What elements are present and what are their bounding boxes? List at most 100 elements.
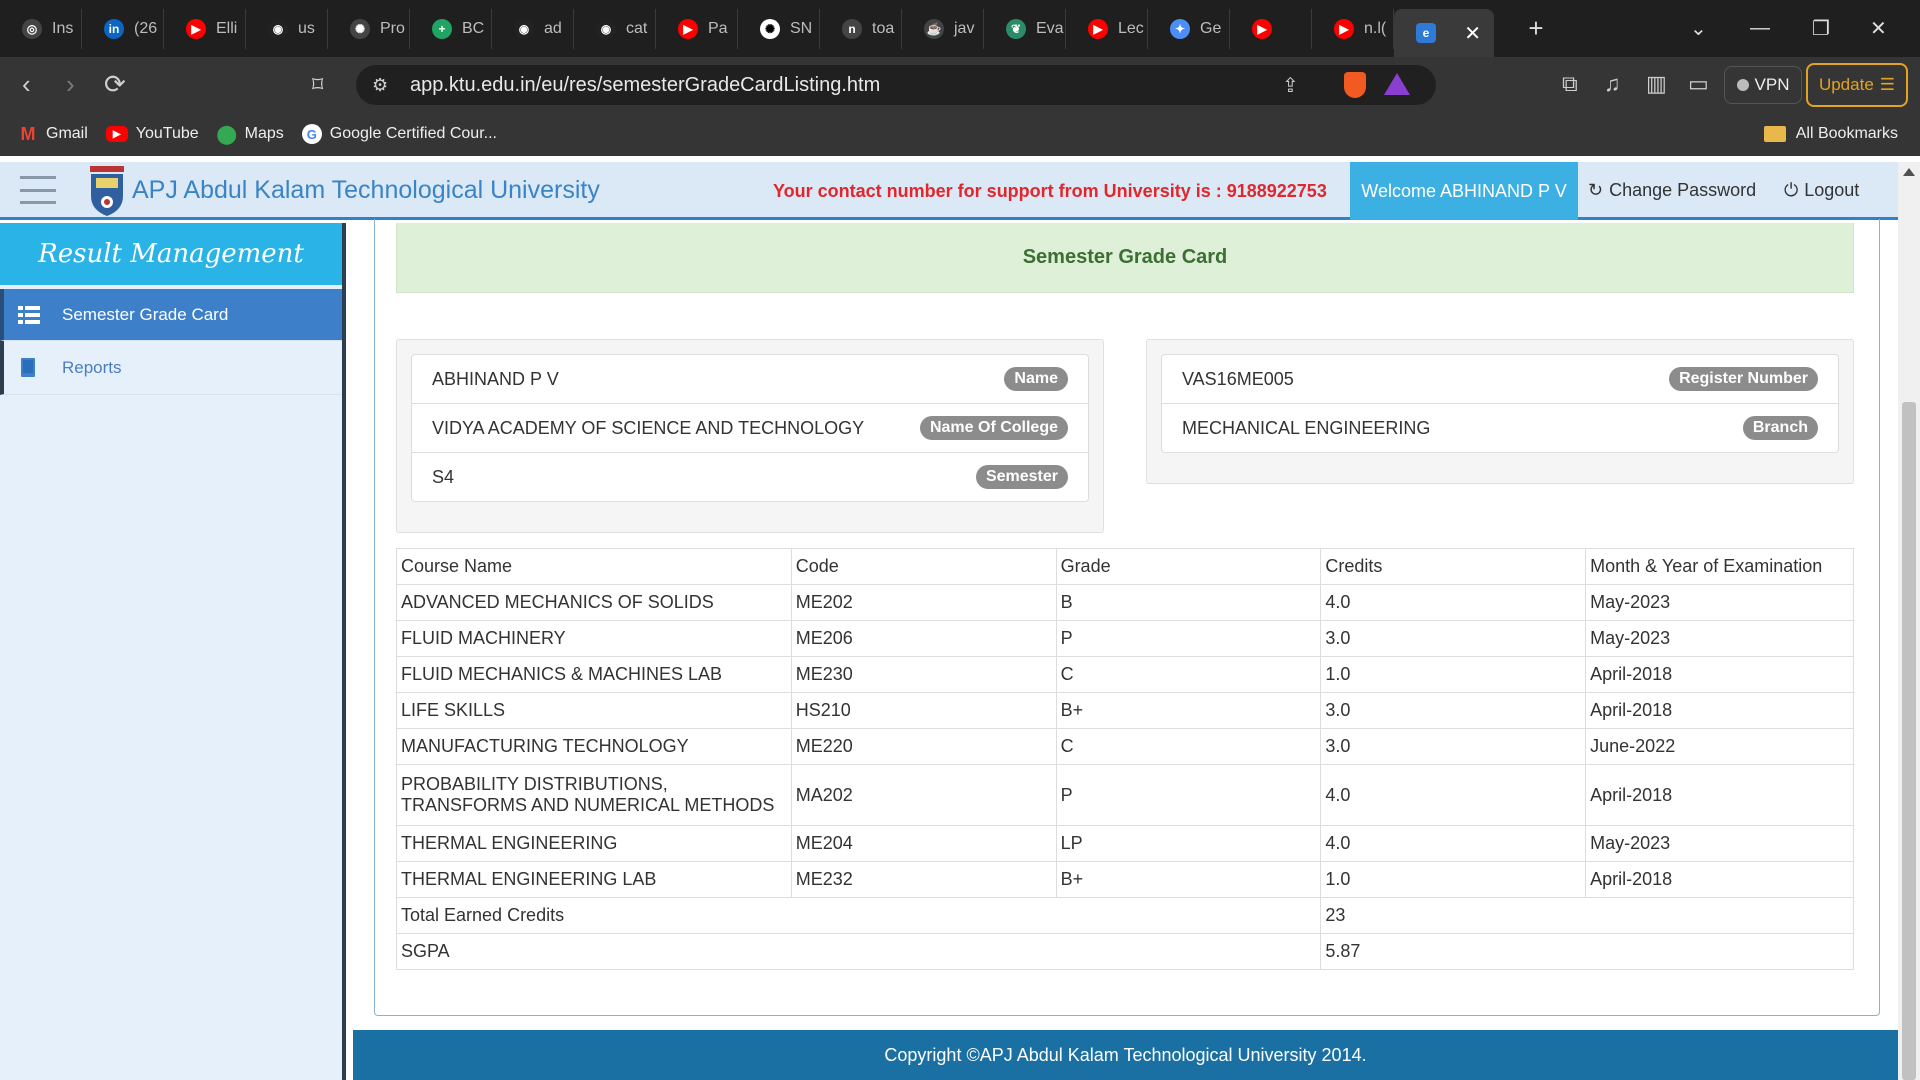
info-row-name: ABHINAND P V Name [411,354,1089,404]
github-icon: ◉ [596,19,616,39]
extensions-icon[interactable]: ⧉ [1562,71,1578,97]
sidebar-item-reports[interactable]: Reports [0,341,342,395]
sidebar-item-label: Reports [62,357,122,377]
course-credits: 1.0 [1320,656,1587,693]
tab-12[interactable]: ❦ Eva [984,9,1066,49]
youtube-icon: ▶ [1334,19,1354,39]
minimize-button[interactable]: — [1750,0,1770,57]
hamburger-menu-icon[interactable] [20,176,56,204]
bookmark-youtube[interactable]: ▶ YouTube [105,125,199,143]
bookmark-gmail[interactable]: M Gmail [18,124,88,144]
update-button[interactable]: Update ☰ [1806,63,1908,107]
header-grade: Grade [1055,548,1322,585]
scrollbar-thumb[interactable] [1902,402,1916,1080]
course-grade: B+ [1055,861,1322,898]
tab-16[interactable]: ▶ n.l( [1312,9,1394,49]
semester-badge: Semester [975,465,1068,489]
vpn-label: VPN [1754,75,1790,94]
instagram-icon: ◎ [22,19,42,39]
gemini-icon: ✦ [1170,19,1190,39]
tab-label: ad [544,20,562,37]
leaf-icon: ❦ [1006,19,1026,39]
sidebar-icon[interactable]: ▥ [1646,71,1667,97]
bookmark-label: Gmail [46,125,88,142]
close-tab-icon[interactable]: ✕ [1464,21,1481,46]
tab-8[interactable]: ▶ Pa [656,9,738,49]
change-password-link[interactable]: ↻ Change Password [1588,180,1756,201]
course-code: ME232 [790,861,1057,898]
tab-10[interactable]: n toa [820,9,902,49]
reload-button[interactable]: ⟳ [104,69,126,100]
forward-button[interactable]: › [66,69,75,100]
media-icon[interactable]: ♫ [1604,71,1621,97]
exam-month: May-2023 [1585,825,1854,862]
change-password-label: Change Password [1609,180,1757,200]
vpn-button[interactable]: VPN [1724,66,1802,104]
tab-2[interactable]: ▶ Elli [164,9,246,49]
book-icon [21,357,35,377]
exam-month: April-2018 [1585,764,1854,826]
bookmark-label: Google Certified Cour... [329,125,497,142]
tab-0[interactable]: ◎ Ins [0,9,82,49]
tab-4[interactable]: ✺ Pro [328,9,410,49]
scroll-up-arrow-icon[interactable] [1903,168,1915,176]
close-window-button[interactable]: ✕ [1870,0,1887,57]
back-button[interactable]: ‹ [22,69,31,100]
bookmark-maps[interactable]: ⬤ Maps [217,124,284,144]
course-code: ME220 [790,728,1057,765]
tab-7[interactable]: ◉ cat [574,9,656,49]
header-course-name: Course Name [396,548,792,585]
tab-13[interactable]: ▶ Lec [1066,9,1148,49]
tab-3[interactable]: ◉ us [246,9,328,49]
course-code: ME202 [790,584,1057,621]
wallet-icon[interactable]: ▭ [1688,71,1709,97]
all-bookmarks-button[interactable]: All Bookmarks [1763,125,1898,143]
table-row: PROBABILITY DISTRIBUTIONS, TRANSFORMS AN… [396,764,1854,826]
exam-month: April-2018 [1585,692,1854,729]
url-text[interactable]: app.ktu.edu.in/eu/res/semesterGradeCardL… [410,74,880,97]
list-icon [18,305,40,324]
update-label: Update [1818,75,1874,94]
grade-table-body: ADVANCED MECHANICS OF SOLIDS ME202 B 4.0… [395,584,1854,970]
share-icon[interactable]: ⇪ [1282,73,1299,98]
tab-search-icon[interactable]: ⌄ [1690,0,1707,57]
sidebar-item-semester-grade-card[interactable]: Semester Grade Card [0,289,342,341]
bookmark-icon[interactable]: ⌑ [312,72,323,98]
sgpa-label: SGPA [395,933,1322,970]
openai-icon: ✺ [350,19,370,39]
new-tab-button[interactable]: + [1516,13,1556,44]
course-name: ADVANCED MECHANICS OF SOLIDS [396,584,792,621]
page-scrollbar[interactable] [1898,162,1920,1080]
tab-list: ◎ Ins in (26 ▶ Elli ◉ us ✺ Pro + BC ◉ ad ◉ cat ▶ Pa ✺ SN n to… [0,0,1394,57]
exam-month: May-2023 [1585,620,1854,657]
sgpa-row: SGPA 5.87 [395,933,1854,970]
refresh-icon: ↻ [1588,180,1604,200]
tab-15[interactable]: ▶ [1230,9,1312,49]
site-info-icon[interactable]: ⚙ [372,75,388,96]
youtube-icon: ▶ [105,126,128,142]
info-row-college: VIDYA ACADEMY OF SCIENCE AND TECHNOLOGY … [411,403,1089,453]
page-title: Semester Grade Card [396,223,1854,293]
tab-6[interactable]: ◉ ad [492,9,574,49]
tab-9[interactable]: ✺ SN [738,9,820,49]
course-credits: 3.0 [1320,692,1587,729]
bookmark-google-certified[interactable]: G Google Certified Cour... [301,124,497,144]
welcome-user[interactable]: Welcome ABHINAND P V [1350,162,1578,220]
table-row: MANUFACTURING TECHNOLOGY ME220 C 3.0 Jun… [396,728,1854,765]
course-name: FLUID MECHANICS & MACHINES LAB [396,656,792,693]
tab-active[interactable]: e ✕ [1394,9,1494,57]
all-bookmarks-label: All Bookmarks [1795,125,1898,142]
logout-link[interactable]: ⏻ Logout [1784,180,1859,201]
address-bar[interactable]: ⚙ app.ktu.edu.in/eu/res/semesterGradeCar… [356,65,1436,105]
brave-shield-icon[interactable] [1344,72,1366,98]
tab-1[interactable]: in (26 [82,9,164,49]
total-credits-value: 23 [1320,897,1854,934]
tab-11[interactable]: ☕ jav [902,9,984,49]
tab-14[interactable]: ✦ Ge [1148,9,1230,49]
brave-rewards-icon[interactable] [1384,73,1410,95]
maximize-button[interactable]: ❐ [1812,0,1830,57]
tab-5[interactable]: + BC [410,9,492,49]
logout-label: Logout [1804,180,1860,200]
support-contact: Your contact number for support from Uni… [773,181,1327,201]
browser-tabstrip: ◎ Ins in (26 ▶ Elli ◉ us ✺ Pro + BC ◉ ad ◉ cat ▶ Pa ✺ SN n to… [0,0,1920,57]
